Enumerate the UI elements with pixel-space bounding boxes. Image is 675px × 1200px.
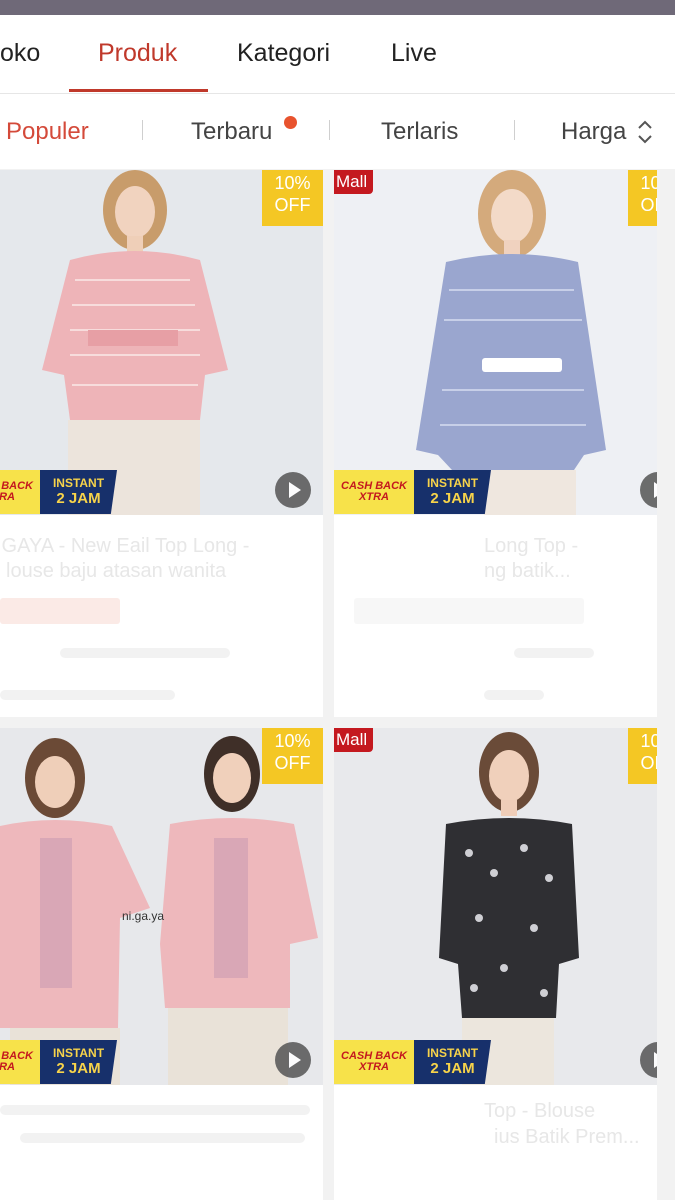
product-title-placeholder — [0, 1105, 310, 1115]
shop-tab-bar: oko Produk Kategori Live — [0, 15, 675, 94]
tab-produk[interactable]: Produk — [98, 39, 177, 68]
product-title: IGAYA - New Eail Top Long - — [0, 535, 250, 557]
discount-percent: 10% — [640, 173, 657, 193]
sort-arrows-icon[interactable] — [637, 119, 653, 145]
product-photo: Mall 10% OFF CASH BACK XTRA INSTANT2 JAM — [334, 728, 657, 1085]
watermark-text: ni.ga.ya — [122, 909, 164, 923]
cashback-xtra-logo: CASH BACK XTRA — [0, 1040, 40, 1084]
sold-placeholder — [484, 690, 544, 700]
sold-placeholder — [0, 690, 175, 700]
divider — [329, 120, 330, 140]
instant-delivery-badge: INSTANT 2 JAM — [40, 1040, 117, 1084]
product-title-line2: ng batik... — [484, 560, 571, 582]
promo-banner: CASH BACK XTRA INSTANT2 JAM — [0, 470, 117, 514]
instant-delivery-badge: INSTANT 2 JAM — [414, 470, 491, 514]
mall-badge: Mall — [334, 728, 374, 752]
product-photo: ni.ga.ya l 10% OFF CASH BACK XTRA INSTAN… — [0, 728, 323, 1085]
discount-percent: 10% — [274, 731, 311, 751]
product-title: Top - Blouse — [484, 1100, 596, 1122]
divider — [514, 120, 515, 140]
product-title-line2: louse baju atasan wanita — [6, 560, 227, 582]
play-video-icon[interactable] — [275, 1042, 311, 1078]
price-placeholder — [354, 598, 584, 624]
new-items-dot — [284, 116, 297, 129]
mall-badge: Mall — [334, 170, 374, 194]
tab-kategori[interactable]: Kategori — [237, 39, 330, 68]
discount-label: OFF — [640, 753, 658, 773]
product-card[interactable]: ni.ga.ya l 10% OFF CASH BACK XTRA INSTAN… — [0, 728, 323, 1200]
status-strip — [0, 0, 675, 15]
instant-delivery-badge: INSTANT 2 JAM — [414, 1040, 491, 1084]
product-card[interactable]: l 10% OFF CASH BACK XTRA INSTANT2 JAM IG… — [0, 170, 323, 717]
discount-badge: 10% OFF — [628, 728, 657, 784]
sort-terlaris[interactable]: Terlaris — [381, 118, 458, 146]
promo-banner: CASH BACK XTRA INSTANT2 JAM — [334, 470, 491, 514]
discount-label: OFF — [274, 195, 311, 215]
model-blue-top-illustration — [334, 170, 657, 515]
product-photo: Mall 10% OFF CASH BACK XTRA INSTANT2 JAM — [334, 170, 657, 515]
discount-badge: 10% OFF — [262, 170, 323, 226]
sort-terbaru[interactable]: Terbaru — [191, 118, 272, 146]
sort-bar: Populer Terbaru Terlaris Harga — [0, 94, 675, 169]
play-video-icon[interactable] — [275, 472, 311, 508]
product-photo: l 10% OFF CASH BACK XTRA INSTANT2 JAM — [0, 170, 323, 515]
instant-delivery-badge: INSTANT 2 JAM — [40, 470, 117, 514]
product-card[interactable]: Mall 10% OFF CASH BACK XTRA INSTANT2 JAM… — [334, 728, 657, 1200]
discount-label: OFF — [640, 195, 658, 215]
cashback-xtra-logo: CASH BACK XTRA — [0, 470, 40, 514]
product-title-line2: ius Batik Prem... — [494, 1126, 640, 1148]
tab-toko[interactable]: oko — [0, 39, 40, 68]
rating-placeholder — [60, 648, 230, 658]
tab-live[interactable]: Live — [391, 39, 437, 68]
sort-harga[interactable]: Harga — [561, 118, 626, 146]
rating-placeholder — [514, 648, 594, 658]
divider — [142, 120, 143, 140]
model-black-top-illustration — [334, 728, 657, 1085]
discount-badge: 10% OFF — [628, 170, 657, 226]
price-placeholder — [0, 598, 120, 624]
product-title-placeholder-line2 — [20, 1133, 305, 1143]
cashback-xtra-logo: CASH BACK XTRA — [334, 1040, 414, 1084]
promo-banner: CASH BACK XTRA INSTANT2 JAM — [0, 1040, 117, 1084]
product-card[interactable]: Mall 10% OFF CASH BACK XTRA INSTANT2 JAM… — [334, 170, 657, 717]
active-tab-indicator — [69, 89, 208, 92]
discount-label: OFF — [274, 753, 311, 773]
discount-badge: 10% OFF — [262, 728, 323, 784]
discount-percent: 10% — [274, 173, 311, 193]
product-title: Long Top - — [484, 535, 579, 557]
promo-banner: CASH BACK XTRA INSTANT2 JAM — [334, 1040, 491, 1084]
discount-percent: 10% — [640, 731, 657, 751]
cashback-xtra-logo: CASH BACK XTRA — [334, 470, 414, 514]
sort-populer[interactable]: Populer — [6, 118, 89, 146]
